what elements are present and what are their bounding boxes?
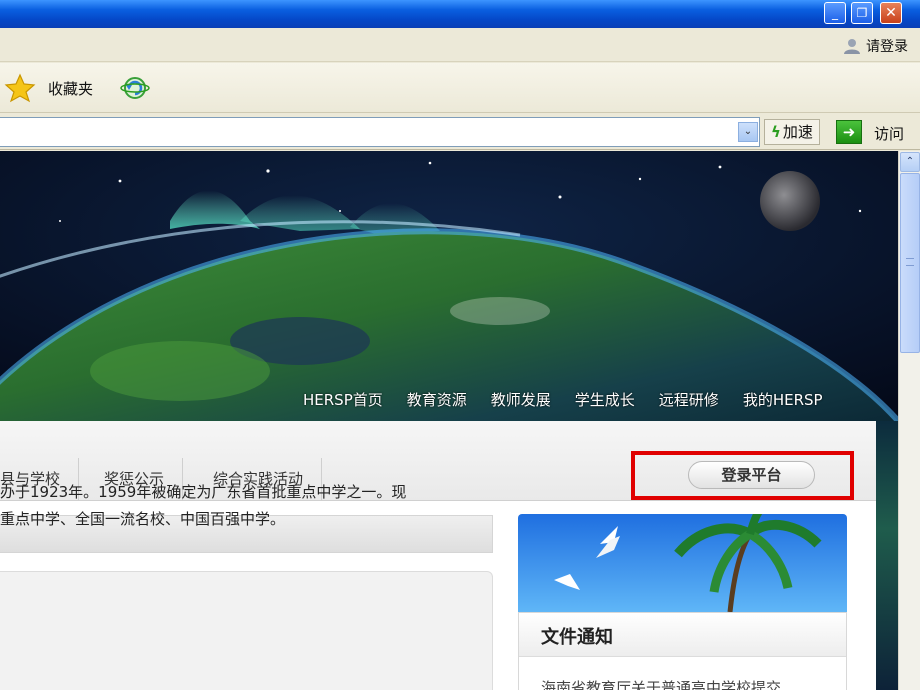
restore-button[interactable]: ❐ xyxy=(851,2,873,24)
star-icon[interactable] xyxy=(4,73,36,103)
speed-up-label: 加速 xyxy=(782,123,813,141)
scroll-grip-icon xyxy=(906,258,914,266)
site-top-nav: HERSP首页 教育资源 教师发展 学生成长 远程研修 我的HERSP xyxy=(303,389,823,410)
web-viewport: HERSP首页 教育资源 教师发展 学生成长 远程研修 我的HERSP 县与学校… xyxy=(0,151,898,690)
minimize-button[interactable]: _ xyxy=(824,2,846,24)
notice-title: 文件通知 xyxy=(541,627,613,648)
site-banner: HERSP首页 教育资源 教师发展 学生成长 远程研修 我的HERSP xyxy=(0,151,898,421)
nav-item-teacher[interactable]: 教师发展 xyxy=(491,389,551,410)
login-bar: 请登录 xyxy=(0,28,920,62)
file-notice-box: 文件通知 海南省教育厅关于普通高中学校提交 xyxy=(518,612,847,690)
scroll-thumb[interactable] xyxy=(900,173,920,353)
nav-item-home[interactable]: HERSP首页 xyxy=(303,389,383,410)
favorites-label[interactable]: 收藏夹 xyxy=(48,78,93,99)
background-edge-art xyxy=(876,421,898,690)
nav-item-resources[interactable]: 教育资源 xyxy=(407,389,467,410)
go-button-label[interactable]: 访问 xyxy=(874,123,904,144)
nav-item-remote-training[interactable]: 远程研修 xyxy=(659,389,719,410)
nav-item-student[interactable]: 学生成长 xyxy=(575,389,635,410)
content-panel: 县与学校 奖惩公示 综合实践活动 登录平台 办于1923年。1959年被确定为广… xyxy=(0,421,876,690)
banner-earth-image xyxy=(0,151,898,421)
address-bar: ⌄ ϟ 加速 ➜ 访问 xyxy=(0,114,920,150)
url-input[interactable] xyxy=(0,117,760,147)
login-link-label: 请登录 xyxy=(866,39,908,55)
favorites-bar: 收藏夹 xyxy=(0,63,920,113)
window-titlebar: _ ❐ ✕ xyxy=(0,0,920,28)
login-link[interactable]: 请登录 xyxy=(842,36,908,56)
notice-banner-image xyxy=(518,514,847,612)
speed-up-button[interactable]: ϟ 加速 xyxy=(764,119,820,145)
chevron-down-icon[interactable]: ⌄ xyxy=(738,122,758,142)
notice-item[interactable]: 海南省教育厅关于普通高中学校提交 xyxy=(541,677,781,690)
intro-line-2: 重点中学、全国一流名校、中国百强中学。 xyxy=(0,510,286,528)
school-intro-box xyxy=(0,571,493,690)
scroll-up-arrow-icon[interactable]: ⌃ xyxy=(900,152,920,172)
notice-header: 文件通知 xyxy=(519,613,846,657)
intro-line-1: 办于1923年。1959年被确定为广东省首批重点中学之一。现 xyxy=(0,483,407,501)
vertical-scrollbar[interactable]: ⌃ xyxy=(898,151,920,690)
nav-item-my-hersp[interactable]: 我的HERSP xyxy=(743,389,823,410)
user-icon xyxy=(844,39,860,54)
ie-refresh-icon[interactable] xyxy=(118,75,152,101)
lightning-icon: ϟ xyxy=(771,123,781,141)
highlight-annotation-box xyxy=(631,451,854,500)
close-button[interactable]: ✕ xyxy=(880,2,902,24)
go-arrow-icon[interactable]: ➜ xyxy=(836,120,862,144)
